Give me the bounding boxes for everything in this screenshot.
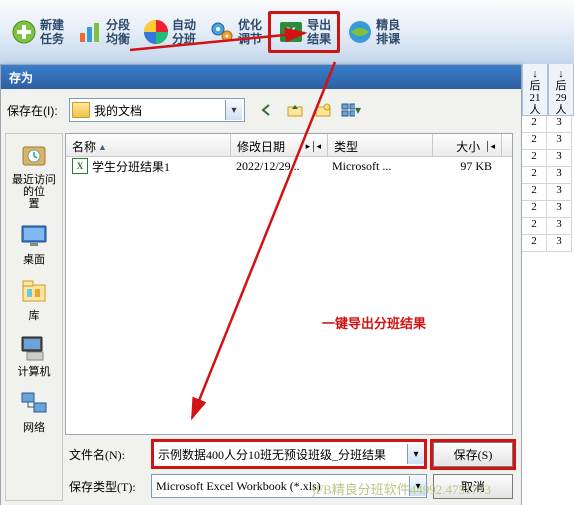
- places-bar: 最近访问的位 置 桌面 库 计算机 网络: [5, 133, 63, 501]
- col-size[interactable]: 大小│◂: [433, 134, 502, 156]
- sheet-cell: 2: [522, 201, 547, 218]
- lookin-row: 保存在(I): 我的文档 ▾ ▾: [5, 97, 513, 123]
- place-label: 最近访问的位 置: [9, 174, 59, 210]
- toolbar-label: 自动 分班: [172, 18, 196, 46]
- place-computer[interactable]: 计算机: [9, 332, 59, 378]
- sheet-cell: 3: [547, 167, 572, 184]
- sheet-row: 23: [522, 133, 574, 150]
- folder-icon: [72, 102, 90, 118]
- toolbar-label: 导出 结果: [307, 18, 331, 46]
- sheet-cell: 2: [522, 218, 547, 235]
- chevron-down-icon: ▾: [407, 444, 424, 464]
- spreadsheet-sliver: ↓后21人 ↓后29人 2323232323232323: [522, 64, 574, 505]
- computer-icon: [18, 332, 50, 364]
- sheet-row: 23: [522, 167, 574, 184]
- gears-icon: [208, 18, 236, 46]
- toolbar-label: 优化 调节: [238, 18, 262, 46]
- place-label: 库: [9, 310, 59, 322]
- xls-file-icon: [72, 158, 88, 174]
- save-button[interactable]: 保存(S): [433, 442, 513, 467]
- bars-icon: [76, 18, 104, 46]
- toolbar-segment-balance[interactable]: 分段 均衡: [70, 14, 136, 50]
- excel-export-icon: X: [277, 18, 305, 46]
- globe-icon: [346, 18, 374, 46]
- file-type: Microsoft ...: [326, 159, 430, 174]
- sheet-cell: 2: [522, 150, 547, 167]
- lookin-value: 我的文档: [94, 102, 221, 119]
- sheet-cell: 2: [522, 235, 547, 252]
- desktop-icon: [18, 220, 50, 252]
- dialog-titlebar: 存为: [1, 65, 521, 89]
- sheet-header-cell: ↓后29人: [548, 64, 574, 116]
- col-type[interactable]: 类型: [328, 134, 433, 156]
- toolbar-new-task[interactable]: 新建 任务: [4, 14, 70, 50]
- sheet-cell: 2: [522, 116, 547, 133]
- chevron-down-icon: ▾: [225, 100, 242, 120]
- file-name: 学生分班结果1: [92, 158, 170, 175]
- new-folder-icon[interactable]: [313, 100, 333, 120]
- file-row[interactable]: 学生分班结果1 2022/12/29... Microsoft ... 97 K…: [66, 157, 512, 175]
- sheet-row: 23: [522, 235, 574, 252]
- place-label: 计算机: [9, 366, 59, 378]
- save-as-dialog: 存为 保存在(I): 我的文档 ▾ ▾ 最近访问的位 置: [0, 64, 522, 505]
- sheet-row: 23: [522, 201, 574, 218]
- filename-label: 文件名(N):: [69, 446, 145, 463]
- sheet-header-cell: ↓后21人: [522, 64, 548, 116]
- sheet-cell: 3: [547, 133, 572, 150]
- place-libraries[interactable]: 库: [9, 276, 59, 322]
- filename-value: 示例数据400人分10班无预设班级_分班结果: [154, 446, 407, 463]
- sheet-cell: 2: [522, 167, 547, 184]
- sheet-row: 23: [522, 150, 574, 167]
- plus-icon: [10, 18, 38, 46]
- sheet-cell: 3: [547, 235, 572, 252]
- place-recent[interactable]: 最近访问的位 置: [9, 140, 59, 210]
- col-date[interactable]: 修改日期▸│◂: [231, 134, 328, 156]
- svg-text:X: X: [286, 24, 296, 40]
- filename-row: 文件名(N): 示例数据400人分10班无预设班级_分班结果 ▾ 保存(S): [69, 441, 513, 467]
- sheet-cell: 3: [547, 218, 572, 235]
- place-label: 桌面: [9, 254, 59, 266]
- watermark: jFB精良分班软件44992.4751773: [312, 479, 491, 498]
- views-icon[interactable]: ▾: [341, 100, 361, 120]
- back-icon[interactable]: [257, 100, 277, 120]
- place-desktop[interactable]: 桌面: [9, 220, 59, 266]
- file-list[interactable]: 名称▲ 修改日期▸│◂ 类型 大小│◂ 学生分班结果1 2022/12/29..…: [65, 133, 513, 435]
- network-icon: [18, 388, 50, 420]
- up-folder-icon[interactable]: [285, 100, 305, 120]
- sort-asc-icon: ▲: [98, 142, 107, 152]
- toolbar-label: 精良 排课: [376, 18, 400, 46]
- sheet-cell: 3: [547, 184, 572, 201]
- sheet-row: 23: [522, 218, 574, 235]
- file-date: 2022/12/29...: [230, 159, 326, 174]
- toolbar-label: 分段 均衡: [106, 18, 130, 46]
- filetype-label: 保存类型(T):: [69, 478, 145, 495]
- sheet-cell: 3: [547, 201, 572, 218]
- toolbar-label: 新建 任务: [40, 18, 64, 46]
- lookin-label: 保存在(I):: [5, 102, 63, 119]
- file-size: 97 KB: [430, 159, 498, 174]
- toolbar-auto-class[interactable]: 自动 分班: [136, 14, 202, 50]
- sheet-cell: 3: [547, 150, 572, 167]
- toolbar-export-result[interactable]: X 导出 结果: [268, 11, 340, 53]
- sheet-cell: 2: [522, 184, 547, 201]
- sheet-cell: 2: [522, 133, 547, 150]
- ruler-top: [0, 0, 574, 12]
- annotation-text: 一键导出分班结果: [322, 313, 426, 332]
- col-name[interactable]: 名称▲: [66, 134, 231, 156]
- libraries-icon: [18, 276, 50, 308]
- lookin-combo[interactable]: 我的文档 ▾: [69, 98, 245, 122]
- place-label: 网络: [9, 422, 59, 434]
- color-wheel-icon: [142, 18, 170, 46]
- filename-combo[interactable]: 示例数据400人分10班无预设班级_分班结果 ▾: [151, 439, 427, 469]
- sheet-cell: 3: [547, 116, 572, 133]
- file-list-header: 名称▲ 修改日期▸│◂ 类型 大小│◂: [66, 134, 512, 157]
- lookin-tools: ▾: [257, 100, 361, 120]
- sheet-row: 23: [522, 184, 574, 201]
- sheet-row: 23: [522, 116, 574, 133]
- place-network[interactable]: 网络: [9, 388, 59, 434]
- toolbar-optimize[interactable]: 优化 调节: [202, 14, 268, 50]
- dialog-title: 存为: [9, 69, 33, 86]
- toolbar-schedule[interactable]: 精良 排课: [340, 14, 406, 50]
- recent-icon: [18, 140, 50, 172]
